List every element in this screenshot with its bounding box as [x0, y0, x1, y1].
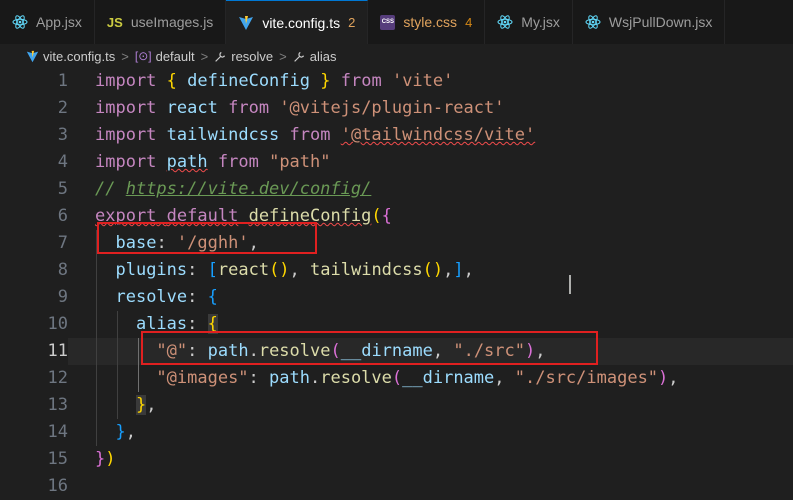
breadcrumb-separator: > — [121, 48, 129, 64]
line-number: 4 — [57, 152, 68, 172]
tab-label: vite.config.ts — [262, 14, 341, 31]
css-icon: CSS — [380, 14, 396, 30]
code-line: 4 import path from "path" — [0, 149, 793, 176]
js-icon: JS — [106, 14, 123, 30]
tab-label: style.css — [403, 14, 458, 30]
line-number: 3 — [57, 125, 68, 145]
problem-count-badge: 4 — [465, 14, 473, 30]
annotation-box-alias — [141, 331, 598, 365]
breadcrumb-separator: > — [279, 48, 287, 64]
comment-link[interactable]: https://vite.dev/config/ — [126, 179, 372, 199]
react-icon — [585, 15, 601, 29]
code-line: 3 import tailwindcss from '@tailwindcss/… — [0, 122, 793, 149]
line-number: 7 — [57, 233, 68, 253]
code-line: 16 — [0, 473, 793, 500]
variable-icon: [⊙] — [134, 49, 152, 63]
code-line: 15 }) — [0, 446, 793, 473]
code-line: 9 resolve: { — [0, 284, 793, 311]
problem-count-badge: 2 — [348, 15, 356, 30]
tab-label: App.jsx — [36, 14, 82, 30]
line-number: 6 — [57, 206, 68, 226]
vite-icon — [26, 50, 39, 62]
line-number: 8 — [57, 260, 68, 280]
tab-label: WsjPullDown.jsx — [608, 14, 713, 30]
line-number: 16 — [47, 476, 68, 496]
breadcrumb-separator: > — [200, 48, 209, 64]
line-number: 14 — [47, 422, 68, 442]
tab-label: My.jsx — [521, 14, 560, 30]
line-number: 10 — [47, 314, 68, 334]
breadcrumb-default[interactable]: default — [156, 49, 195, 64]
tab-my-jsx[interactable]: My.jsx — [485, 0, 573, 44]
wrench-icon — [293, 51, 304, 62]
line-number: 15 — [47, 449, 68, 469]
line-number: 9 — [57, 287, 68, 307]
editor-tab-bar: App.jsx JS useImages.js vite.config.ts 2… — [0, 0, 793, 45]
breadcrumb-file[interactable]: vite.config.ts — [43, 49, 115, 64]
code-line: 14 }, — [0, 419, 793, 446]
breadcrumb: vite.config.ts > [⊙] default > resolve >… — [0, 44, 793, 68]
code-line: 5 // https://vite.dev/config/ — [0, 176, 793, 203]
code-line: 13 }, — [0, 392, 793, 419]
tab-useimages-js[interactable]: JS useImages.js — [95, 0, 227, 44]
breadcrumb-resolve[interactable]: resolve — [231, 49, 273, 64]
code-line: 8 plugins: [react(), tailwindcss(),], — [0, 257, 793, 284]
breadcrumb-alias[interactable]: alias — [310, 49, 337, 64]
code-editor[interactable]: 1 import { defineConfig } from 'vite' 2 … — [0, 68, 793, 496]
code-line: 1 import { defineConfig } from 'vite' — [0, 68, 793, 95]
tab-wsjpulldown-jsx[interactable]: WsjPullDown.jsx — [573, 0, 726, 44]
tab-vite-config-ts[interactable]: vite.config.ts 2 — [226, 0, 369, 44]
line-number: 11 — [47, 341, 68, 361]
tab-label: useImages.js — [130, 14, 214, 30]
line-number: 1 — [57, 71, 68, 91]
react-icon — [497, 15, 513, 29]
tab-style-css[interactable]: CSS style.css 4 — [368, 0, 486, 44]
code-line: 12 "@images": path.resolve(__dirname, ".… — [0, 365, 793, 392]
vite-icon — [239, 15, 254, 30]
annotation-box-base — [97, 222, 317, 254]
line-number: 5 — [57, 179, 68, 199]
wrench-icon — [215, 51, 226, 62]
line-number: 12 — [47, 368, 68, 388]
line-number: 13 — [47, 395, 68, 415]
line-number: 2 — [57, 98, 68, 118]
code-line: 2 import react from '@vitejs/plugin-reac… — [0, 95, 793, 122]
text-cursor — [569, 275, 571, 294]
tab-app-jsx[interactable]: App.jsx — [0, 0, 95, 44]
react-icon — [12, 15, 28, 29]
